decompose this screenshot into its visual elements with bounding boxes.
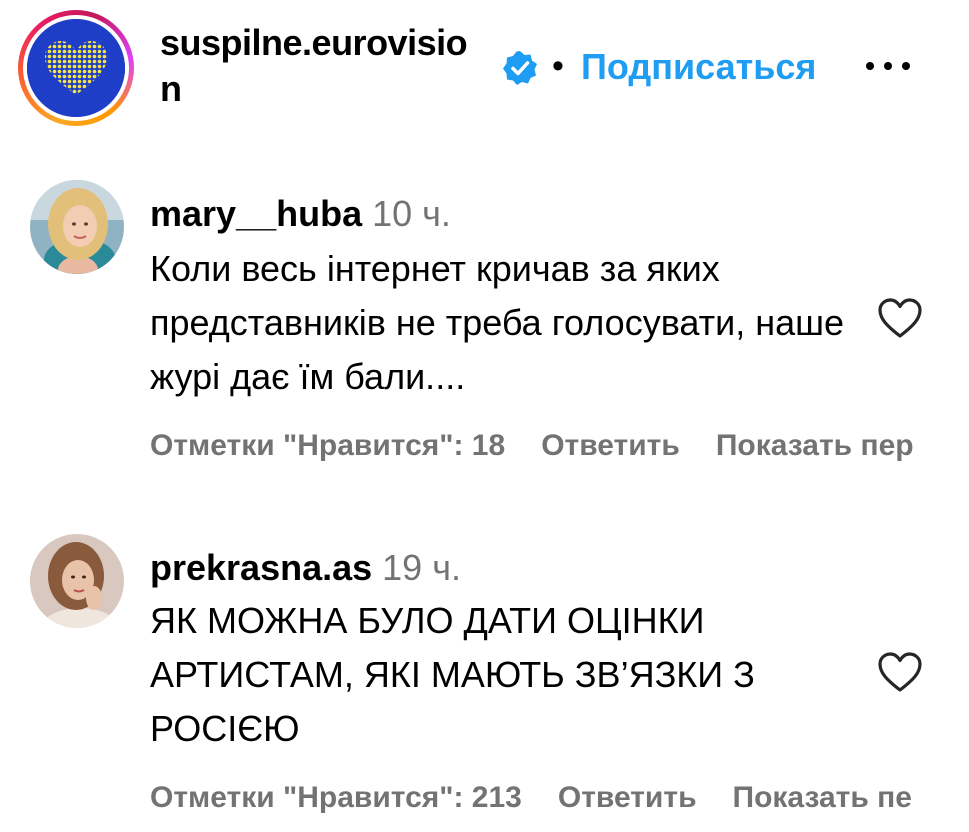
- heart-outline-icon[interactable]: [876, 296, 924, 340]
- author-avatar[interactable]: [27, 19, 125, 117]
- likes-count[interactable]: Отметки "Нравится": 213: [150, 781, 522, 814]
- user-photo-icon: [30, 180, 124, 274]
- user-photo-icon: [30, 534, 124, 628]
- heart-outline-icon[interactable]: [876, 650, 924, 694]
- follow-button[interactable]: Подписаться: [581, 44, 816, 90]
- likes-count[interactable]: Отметки "Нравится": 18: [150, 429, 505, 462]
- commenter-avatar[interactable]: [30, 534, 124, 628]
- commenter-avatar[interactable]: [30, 180, 124, 274]
- heart-logo-icon: [27, 19, 125, 117]
- comment-text: ЯК МОЖНА БУЛО ДАТИ ОЦІНКИ АРТИСТАМ, ЯКІ …: [150, 600, 755, 749]
- verified-badge-icon: [503, 51, 537, 85]
- comment-time: 19 ч.: [382, 547, 461, 588]
- comment-username[interactable]: prekrasna.as: [150, 547, 372, 588]
- show-translation-button[interactable]: Показать пер: [716, 429, 914, 462]
- story-ring[interactable]: [18, 10, 134, 126]
- more-horizontal-icon[interactable]: [862, 54, 914, 78]
- comment-time: 10 ч.: [372, 193, 451, 234]
- author-username[interactable]: suspilne.eurovision: [160, 20, 480, 112]
- show-translation-button[interactable]: Показать пе: [733, 781, 912, 814]
- separator-dot: •: [552, 47, 564, 85]
- comment-text: Коли весь інтернет кричав за яких предст…: [150, 248, 845, 397]
- reply-button[interactable]: Ответить: [541, 429, 680, 462]
- post-header: suspilne.eurovision • Подписаться: [0, 0, 969, 130]
- reply-button[interactable]: Ответить: [558, 781, 697, 814]
- comment-username[interactable]: mary__huba: [150, 193, 362, 234]
